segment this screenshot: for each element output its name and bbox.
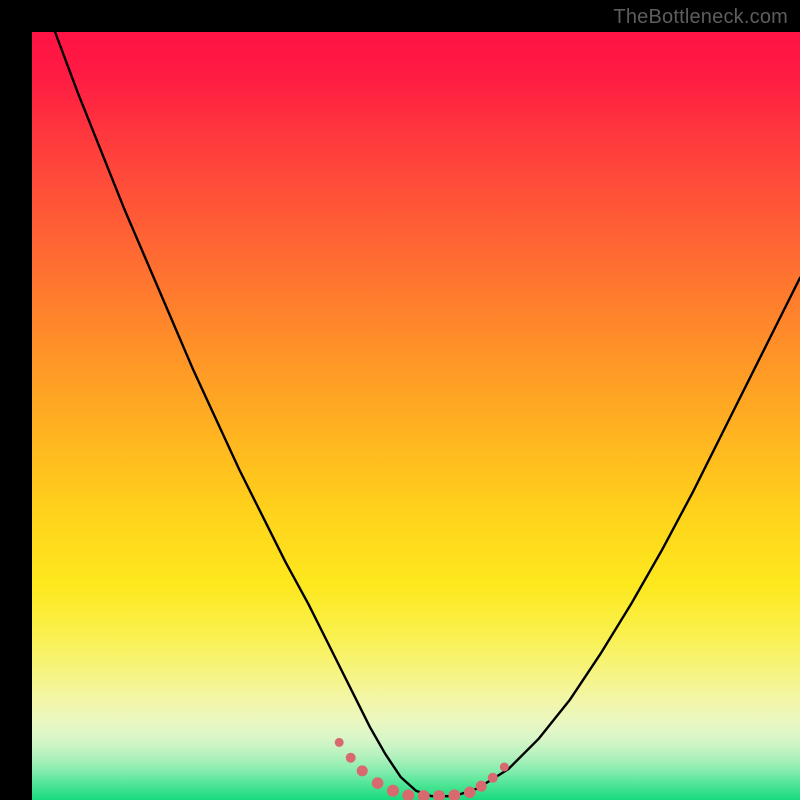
chart-stage: TheBottleneck.com xyxy=(0,0,800,800)
emphasis-dot xyxy=(500,762,509,771)
emphasis-dot xyxy=(387,785,399,797)
emphasis-dot xyxy=(346,753,356,763)
emphasis-dot xyxy=(433,790,445,800)
emphasis-dot xyxy=(335,738,344,747)
emphasis-dot xyxy=(357,765,368,776)
watermark-text: TheBottleneck.com xyxy=(613,6,788,29)
curve-layer xyxy=(32,32,800,800)
emphasis-dot xyxy=(402,789,414,800)
emphasis-dot xyxy=(488,773,498,783)
emphasis-markers xyxy=(335,738,509,800)
emphasis-dot xyxy=(448,789,460,800)
emphasis-dot xyxy=(464,787,476,799)
emphasis-dot xyxy=(476,781,487,792)
emphasis-dot xyxy=(372,777,384,789)
bottleneck-curve xyxy=(32,32,800,796)
plot-area xyxy=(32,32,800,800)
